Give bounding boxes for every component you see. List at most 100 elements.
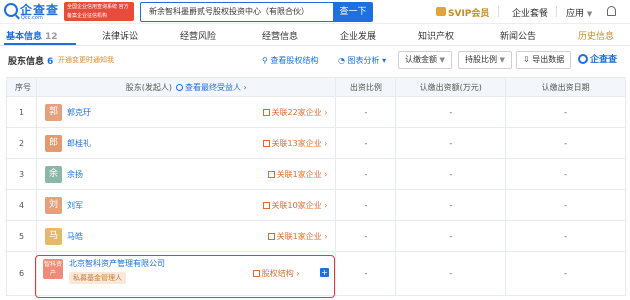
tab-legal[interactable]: 法律诉讼 [102, 29, 138, 42]
amount-cell: - [395, 96, 507, 128]
apps-label: 应用 [566, 9, 585, 19]
avatar: 余 [44, 166, 62, 183]
row-index: 4 [6, 189, 37, 221]
table-row: 5 马 马皓 关联1家企业 › - - - [6, 220, 626, 252]
chevron-down-icon: ▼ [499, 56, 505, 64]
shareholder-name[interactable]: 郭克玗 [67, 107, 91, 118]
col-amount: 认缴出资额(万元) [395, 77, 507, 97]
avatar: 郭 [44, 104, 62, 121]
shareholder-name[interactable]: 郎桂礼 [67, 138, 91, 149]
top-header: 企查查 Qcc.com 全国企业信用查询系统 官方备案企业征信机构 新余智科墨爵… [0, 0, 630, 24]
related-label: 关联1家企业 [276, 232, 322, 241]
section-title-text: 股东信息 [8, 57, 45, 67]
filter-label: 持股比例 [465, 55, 497, 64]
shareholder-cell: 郭 郭克玗 关联22家企业 › [35, 96, 337, 128]
table-row: 1 郭 郭克玗 关联22家企业 › - - - [6, 96, 626, 128]
amount-cell: - [395, 189, 507, 221]
tab-development[interactable]: 企业发展 [340, 29, 376, 42]
avatar: 刘 [44, 197, 62, 214]
shareholder-name[interactable]: 余扬 [67, 169, 83, 180]
credit-badge: 全国企业信用查询系统 官方备案企业征信机构 [64, 2, 134, 21]
related-label: 关联22家企业 [271, 108, 322, 117]
shareholder-name[interactable]: 马皓 [67, 231, 83, 242]
link-icon [267, 233, 275, 240]
date-cell: - [505, 220, 626, 252]
search-input[interactable]: 新余智科墨爵贰号股权投资中心（有限合伙） [140, 2, 340, 22]
row-index: 6 [6, 251, 37, 296]
export-icon: ⇩ [523, 55, 533, 64]
enterprise-suite-link[interactable]: 企业套餐 [512, 6, 548, 19]
date-cell: - [505, 96, 626, 128]
highlight-box [35, 255, 335, 298]
ratio-cell: - [335, 220, 397, 252]
date-cell: - [505, 189, 626, 221]
table-row: 4 刘 刘军 关联10家企业 › - - - [6, 189, 626, 221]
link-icon [262, 140, 270, 147]
export-button[interactable]: ⇩ 导出数据 [516, 51, 572, 69]
subscribed-amount-filter[interactable]: 认缴金额 ▼ [398, 51, 452, 69]
related-label: 关联13家企业 [271, 139, 322, 148]
section-count: 6 [47, 57, 54, 67]
related-label: 关联1家企业 [276, 170, 322, 179]
avatar: 郎 [44, 135, 62, 152]
amount-cell: - [395, 158, 507, 190]
related-companies-link[interactable]: 关联22家企业 › [262, 107, 327, 118]
avatar: 马 [44, 228, 62, 245]
tab-operations[interactable]: 经营信息 [262, 29, 298, 42]
qcc-logo-icon [578, 54, 588, 64]
chevron-down-icon: ▼ [586, 10, 593, 18]
apps-menu[interactable]: 应用 ▼ [566, 6, 592, 19]
equity-structure-link[interactable]: ⚲ 查看股权结构 [262, 55, 318, 66]
ratio-cell: - [335, 251, 397, 296]
tab-news[interactable]: 新闻公告 [500, 29, 536, 42]
date-cell: - [505, 127, 626, 159]
chevron-down-icon: ▾ [382, 56, 387, 65]
section-title: 股东信息 6 [8, 54, 53, 67]
col-shareholder: 股东(发起人) 查看最终受益人 › [35, 77, 337, 97]
export-label: 导出数据 [532, 55, 565, 64]
filter-label: 认缴金额 [405, 55, 437, 64]
tab-risk[interactable]: 经营风险 [180, 29, 216, 42]
table-header-row: 序号 股东(发起人) 查看最终受益人 › 出资比例 认缴出资额(万元) 认缴出资日… [6, 77, 626, 97]
related-companies-link[interactable]: 关联1家企业 › [267, 169, 327, 180]
chevron-down-icon: ▼ [439, 56, 445, 64]
tab-history[interactable]: 历史信息 [578, 29, 614, 42]
chart-analysis-link[interactable]: ◔ 图表分析 ▾ [338, 55, 386, 66]
amount-cell: - [395, 220, 507, 252]
bell-icon[interactable] [607, 6, 616, 16]
notify-change-link[interactable]: 开通变更时通知我 [58, 55, 114, 65]
shareholder-name[interactable]: 刘军 [67, 200, 83, 211]
row-index: 1 [6, 96, 37, 128]
tab-label: 基本信息 [6, 32, 43, 42]
active-tab-indicator [4, 43, 76, 45]
tab-ip[interactable]: 知识产权 [418, 29, 454, 42]
shareholder-cell: 余 余扬 关联1家企业 › [35, 158, 337, 190]
tab-count: 12 [45, 32, 58, 42]
beneficiary-link[interactable]: 查看最终受益人 › [175, 82, 247, 92]
date-cell: - [505, 158, 626, 190]
beneficiary-link-label: 查看最终受益人 [184, 82, 241, 92]
shareholder-section-header: 股东信息 6 开通变更时通知我 ⚲ 查看股权结构 ◔ 图表分析 ▾ 认缴金额 ▼ … [0, 46, 630, 74]
user-icon [175, 83, 183, 91]
logo-domain: Qcc.com [21, 15, 43, 21]
qcc-brand: 企查查 [578, 52, 617, 65]
share-ratio-filter[interactable]: 持股比例 ▼ [458, 51, 512, 69]
brand-label: 企查查 [590, 55, 618, 65]
svip-link[interactable]: SVIP会员 [448, 6, 489, 19]
row-index: 3 [6, 158, 37, 190]
amount-cell: - [395, 251, 507, 296]
link-icon [267, 171, 275, 178]
col-ratio: 出资比例 [335, 77, 397, 97]
row-index: 5 [6, 220, 37, 252]
tab-basic-info[interactable]: 基本信息 12 [6, 29, 58, 42]
divider [498, 6, 499, 17]
related-companies-link[interactable]: 关联1家企业 › [267, 231, 327, 242]
related-companies-link[interactable]: 关联13家企业 › [262, 138, 327, 149]
row-index: 2 [6, 127, 37, 159]
shareholder-cell: 郎 郎桂礼 关联13家企业 › [35, 127, 337, 159]
search-button[interactable]: 查一下 [333, 2, 373, 22]
related-companies-link[interactable]: 关联10家企业 › [262, 200, 327, 211]
col-date: 认缴出资日期 [505, 77, 626, 97]
tab-bar: 基本信息 12 法律诉讼 经营风险 经营信息 企业发展 知识产权 新闻公告 历史信… [0, 24, 630, 46]
qcc-logo-icon[interactable] [4, 3, 18, 17]
